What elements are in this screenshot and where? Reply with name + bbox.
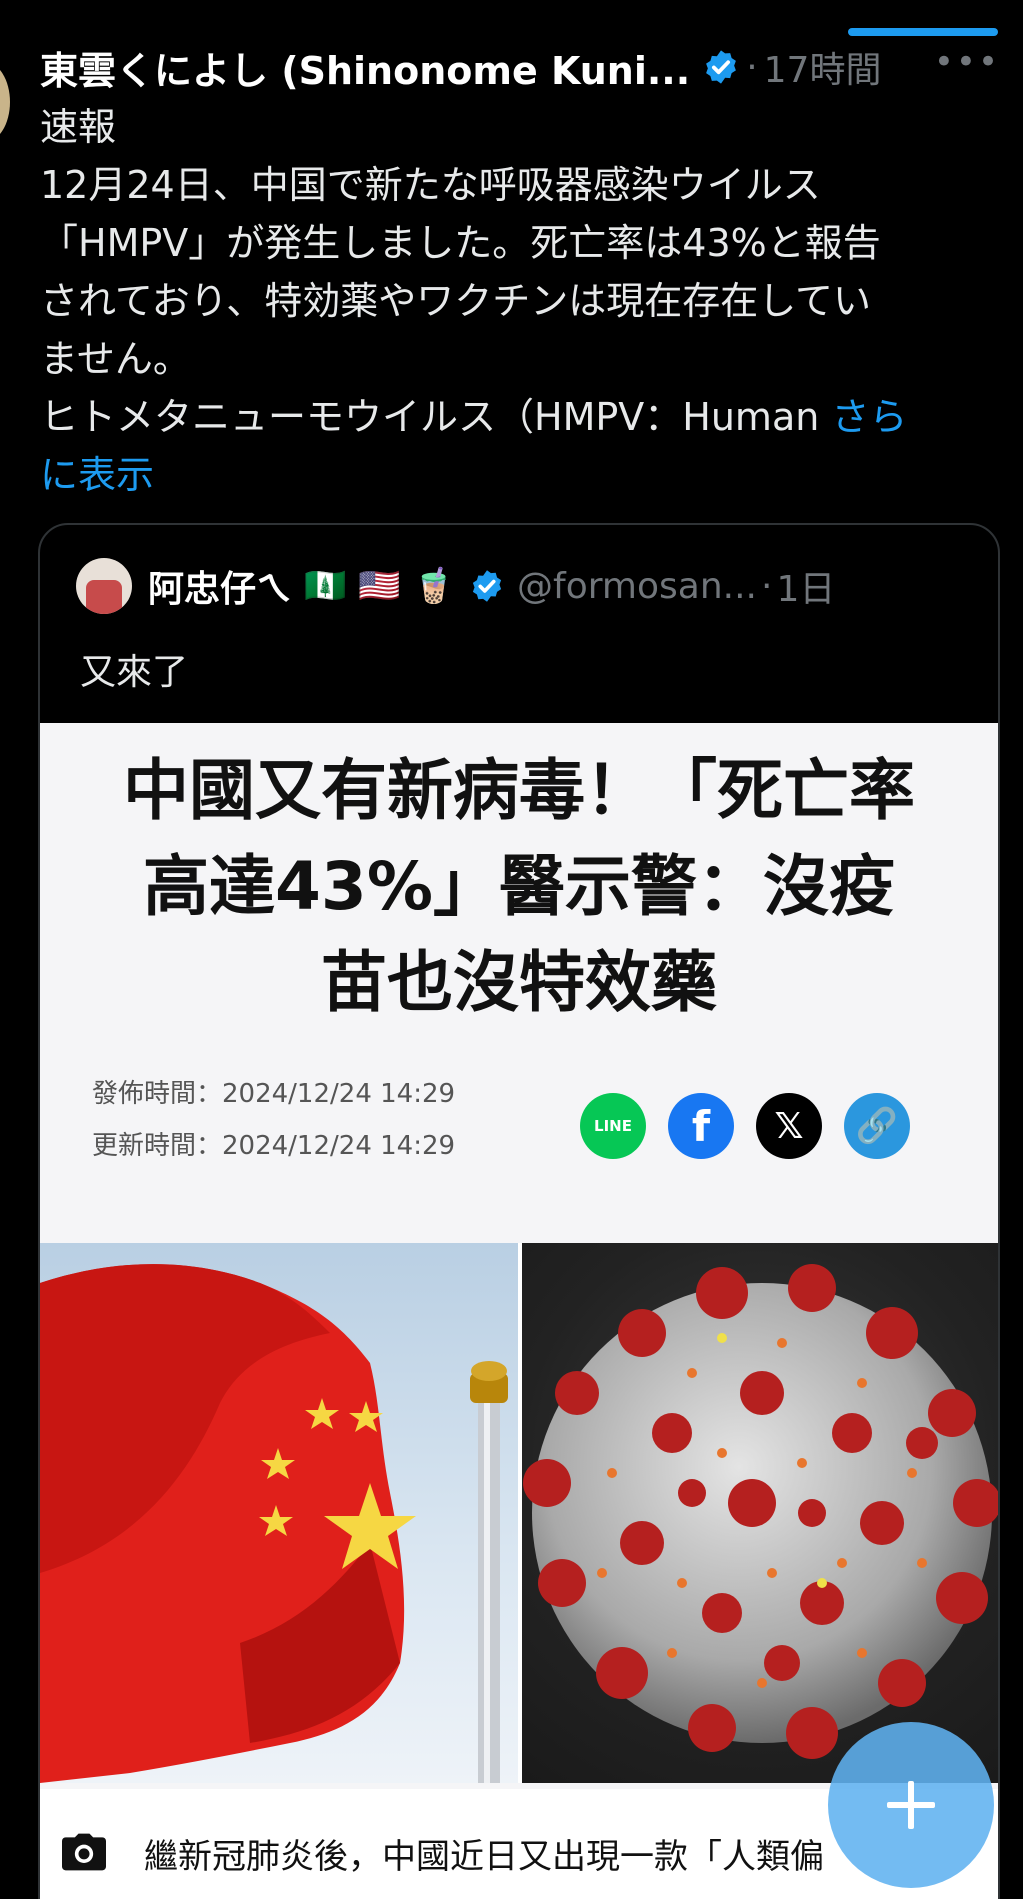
tweet-header: 東雲くによし (Shinonome Kuni... · 17時間 •••: [40, 32, 1010, 102]
camera-icon: [62, 1833, 106, 1871]
bubble-tea-emoji: 🧋: [412, 566, 456, 606]
author-name[interactable]: 東雲くによし (Shinonome Kuni...: [40, 40, 690, 95]
tweet-line: されており、特効薬やワクチンは現在存在してい: [40, 279, 872, 323]
quoted-tweet-card[interactable]: 阿忠仔ㄟ 🇳🇫 🇺🇸 🧋 @formosan... · 1日 又來了 中國又有新…: [38, 523, 1000, 1899]
quoted-timestamp[interactable]: 1日: [776, 560, 835, 612]
virus-illustration: [523, 1264, 998, 1759]
line-share-icon: LINE: [580, 1093, 646, 1159]
article-images: [40, 1243, 998, 1783]
flag-emoji: 🇳🇫: [304, 566, 347, 606]
show-more-link[interactable]: さら: [831, 395, 907, 439]
plus-icon: [887, 1781, 935, 1829]
article-screenshot[interactable]: 中國又有新病毒！「死亡率 高達43%」醫示警：沒疫 苗也沒特效藥 發佈時間：20…: [40, 723, 998, 1899]
tweet-line-last: ヒトメタニューモウイルス（HMPV：Human さら: [40, 388, 1000, 446]
more-options-icon[interactable]: •••: [934, 42, 1000, 82]
show-more-link-cont[interactable]: に表示: [40, 446, 1000, 504]
tweet-line-text: ヒトメタニューモウイルス（HMPV：Human: [40, 395, 832, 439]
image-caption: 繼新冠肺炎後，中國近日又出現一款「人類偏: [144, 1837, 824, 1877]
published-time: 發佈時間：2024/12/24 14:29: [92, 1079, 456, 1109]
quoted-tweet-text: 又來了: [80, 652, 189, 693]
flag-emoji: 🇺🇸: [358, 566, 401, 606]
tweet-line: 速報: [40, 105, 117, 149]
quoted-separator: ·: [760, 565, 773, 607]
x-share-icon: 𝕏: [756, 1093, 822, 1159]
article-headline: 中國又有新病毒！「死亡率 高達43%」醫示警：沒疫 苗也沒特效藥: [60, 743, 978, 1031]
share-buttons: LINE f 𝕏 🔗: [580, 1093, 910, 1159]
tweet-page: 東雲くによし (Shinonome Kuni... · 17時間 ••• 速報 …: [0, 0, 1023, 1899]
verified-badge-icon: [472, 570, 502, 602]
virus-image: [522, 1243, 998, 1783]
compose-button[interactable]: [828, 1722, 994, 1888]
headline-line: 苗也沒特效藥: [321, 944, 717, 1021]
updated-time: 更新時間：2024/12/24 14:29: [92, 1131, 456, 1161]
quoted-author-avatar[interactable]: [76, 558, 132, 614]
quoted-tweet-header: 阿忠仔ㄟ 🇳🇫 🇺🇸 🧋 @formosan... · 1日: [76, 555, 976, 617]
headline-line: 高達43%」醫示警：沒疫: [143, 848, 895, 925]
china-flag-image: [40, 1243, 518, 1783]
author-avatar[interactable]: [0, 62, 10, 142]
headline-line: 中國又有新病毒！「死亡率: [123, 752, 915, 829]
header-separator: ·: [746, 46, 758, 88]
tweet-line: 12月24日、中国で新たな呼吸器感染ウイルス: [40, 163, 821, 207]
link-share-icon: 🔗: [844, 1093, 910, 1159]
quoted-author-name[interactable]: 阿忠仔ㄟ: [148, 560, 292, 612]
tweet-line: 「HMPV」が発生しました。死亡率は43%と報告: [40, 221, 881, 265]
tweet-line: ません。: [40, 337, 191, 381]
facebook-share-icon: f: [668, 1093, 734, 1159]
verified-badge-icon: [706, 50, 737, 84]
flag-illustration: [40, 1264, 508, 1783]
tweet-timestamp[interactable]: 17時間: [764, 41, 882, 93]
tweet-body: 速報 12月24日、中国で新たな呼吸器感染ウイルス 「HMPV」が発生しました。…: [40, 98, 1000, 504]
quoted-author-handle[interactable]: @formosan...: [517, 566, 757, 607]
article-meta: 發佈時間：2024/12/24 14:29 更新時間：2024/12/24 14…: [92, 1068, 455, 1172]
